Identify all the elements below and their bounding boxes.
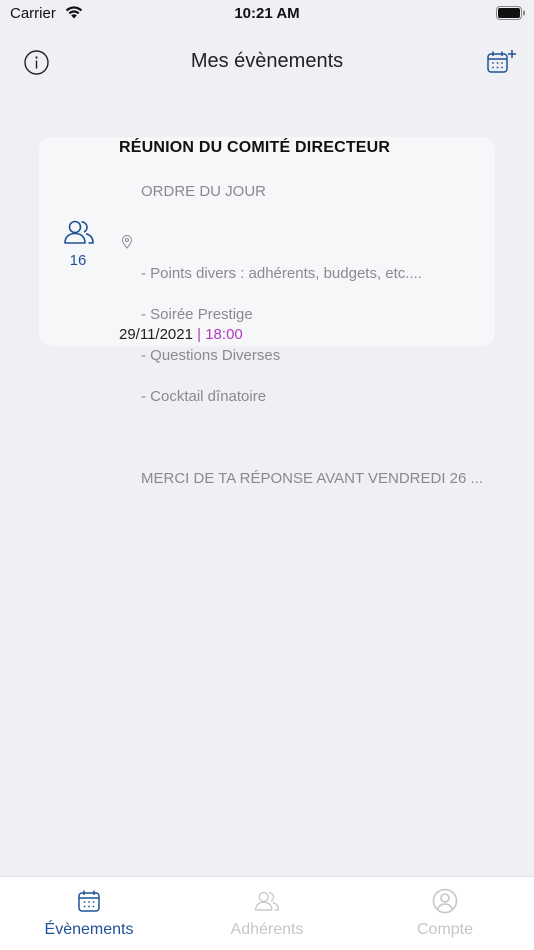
event-description-line: - Points divers : adhérents, budgets, et… [141, 264, 422, 282]
event-description-line: - Questions Diverses [141, 346, 281, 364]
event-description-line: MERCI DE TA RÉPONSE AVANT VENDREDI 26 ..… [141, 469, 484, 487]
participants-count: 16 [69, 252, 87, 269]
status-bar: Carrier 10:21 AM [0, 0, 534, 30]
tab-bar: Évènements Adhérents Compte [0, 876, 534, 950]
tab-compte[interactable]: Compte [356, 877, 534, 950]
tab-adherents[interactable]: Adhérents [178, 877, 356, 950]
event-description-line [141, 223, 489, 244]
account-icon [432, 888, 458, 914]
calendar-add-icon [487, 50, 516, 73]
tab-label: Adhérents [230, 921, 304, 938]
tab-label: Compte [416, 921, 474, 938]
members-icon [254, 891, 280, 911]
event-datetime: 29/11/2021 | 18:00 [119, 326, 243, 343]
event-time: 18:00 [205, 326, 243, 343]
event-date: 29/11/2021 [119, 326, 193, 343]
battery-icon [496, 6, 525, 20]
event-separator: | [197, 326, 202, 343]
event-description-line: - Soirée Prestige [141, 305, 253, 323]
event-description-line: ORDRE DU JOUR [141, 182, 267, 200]
status-time: 10:21 AM [234, 5, 300, 22]
add-event-button[interactable] [486, 48, 518, 76]
event-title: RÉUNION DU COMITÉ DIRECTEUR [119, 139, 391, 156]
event-card[interactable]: 16 RÉUNION DU COMITÉ DIRECTEUR ORDRE DU … [39, 137, 495, 487]
participants-icon [64, 220, 94, 244]
calendar-icon [78, 890, 100, 912]
tab-label: Évènements [44, 921, 134, 938]
event-description-line [141, 428, 489, 449]
tab-evenements[interactable]: Évènements [0, 877, 178, 950]
page-title: Mes évènements [190, 50, 344, 72]
nav-bar: Mes évènements [0, 40, 534, 84]
event-description-line: - Cocktail dînatoire [141, 387, 267, 405]
location-pin-icon [121, 235, 133, 249]
